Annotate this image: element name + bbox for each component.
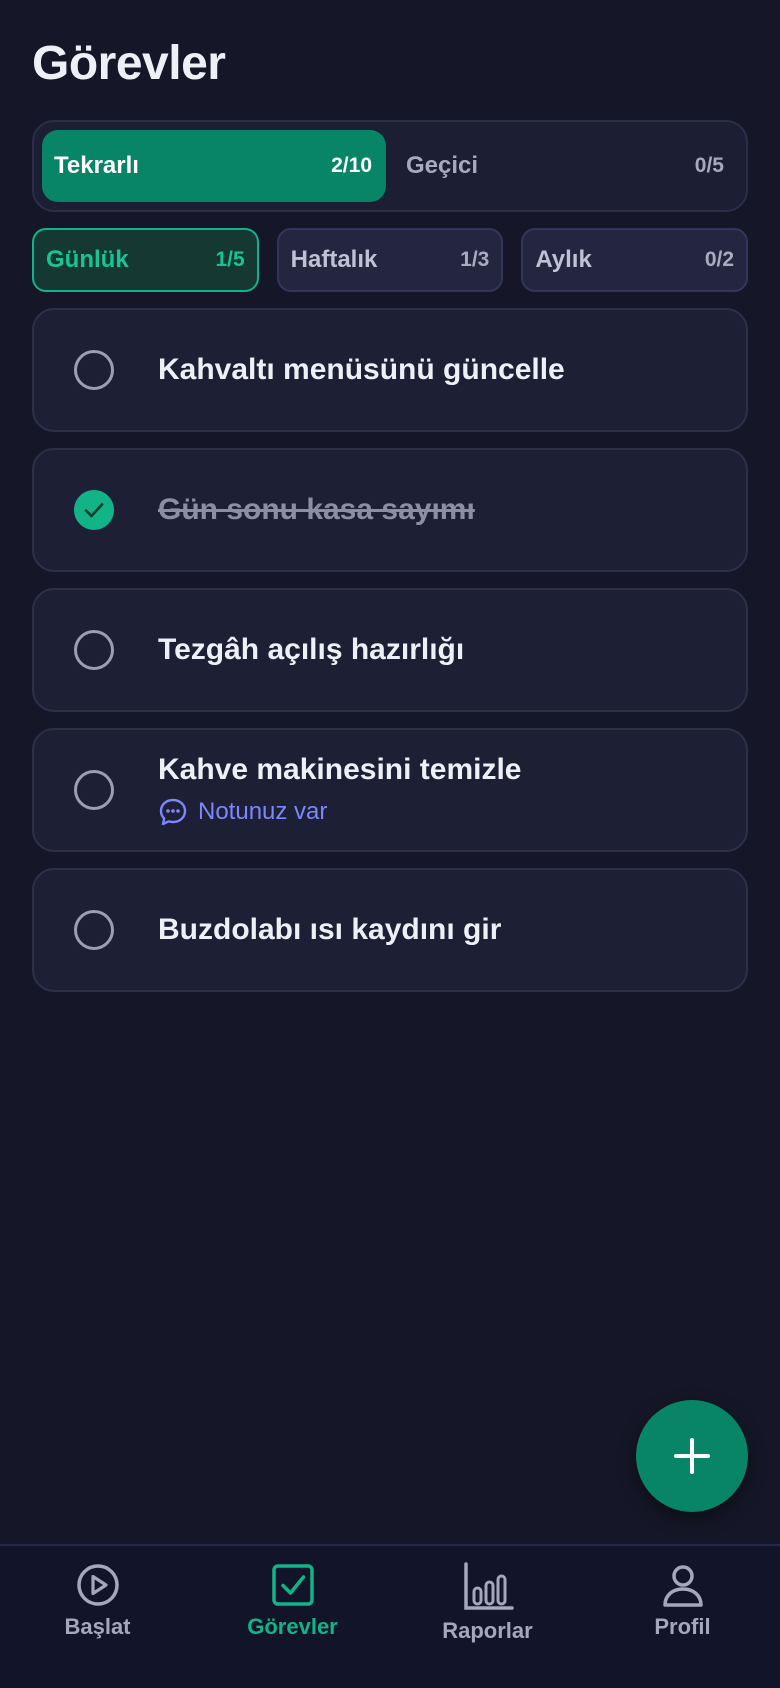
segment-count: 0/5 xyxy=(694,154,724,177)
segment-label: Tekrarlı xyxy=(54,152,139,179)
task-card[interactable]: Tezgâh açılış hazırlığı xyxy=(32,588,748,712)
nav-label: Profil xyxy=(654,1614,711,1639)
nav-start[interactable]: Başlat xyxy=(0,1546,195,1688)
task-checkbox[interactable] xyxy=(74,350,114,390)
filter-count: 1/3 xyxy=(460,248,490,271)
filter-label: Günlük xyxy=(46,246,129,273)
filter-label: Haftalık xyxy=(290,246,378,273)
task-note-indicator: Notunuz var xyxy=(158,797,522,827)
task-checkbox[interactable] xyxy=(74,770,114,810)
nav-label: Raporlar xyxy=(442,1618,533,1643)
checkbox-icon xyxy=(271,1564,314,1606)
task-list: Kahvaltı menüsünü güncelle Gün sonu kasa… xyxy=(32,308,748,1008)
filter-count: 1/5 xyxy=(215,248,245,271)
checkmark-icon xyxy=(84,503,104,518)
nav-reports[interactable]: Raporlar xyxy=(390,1546,585,1688)
task-card[interactable]: Gün sonu kasa sayımı xyxy=(32,448,748,572)
bar-chart-icon xyxy=(463,1562,514,1610)
task-checkbox-checked[interactable] xyxy=(74,490,114,530)
task-title: Kahve makinesini temizle xyxy=(158,753,522,786)
filter-weekly[interactable]: Haftalık 1/3 xyxy=(276,228,504,292)
filter-count: 0/2 xyxy=(704,248,735,271)
nav-profile[interactable]: Profil xyxy=(585,1546,780,1688)
task-card[interactable]: Kahve makinesini temizle Notunuz var xyxy=(32,728,748,852)
filter-monthly[interactable]: Aylık 0/2 xyxy=(521,228,749,292)
chat-bubble-icon xyxy=(159,798,187,826)
task-note-text: Notunuz var xyxy=(198,798,328,825)
task-type-segmented-control: Tekrarlı 2/10 Geçici 0/5 xyxy=(32,120,748,212)
period-filter-row: Günlük 1/5 Haftalık 1/3 Aylık 0/2 xyxy=(32,228,749,292)
user-icon xyxy=(662,1565,703,1607)
task-title: Kahvaltı menüsünü güncelle xyxy=(158,353,565,386)
nav-label: Görevler xyxy=(247,1614,338,1639)
play-circle-icon xyxy=(76,1564,119,1606)
task-title: Buzdolabı ısı kaydını gir xyxy=(158,913,502,946)
nav-tasks[interactable]: Görevler xyxy=(195,1546,390,1688)
bottom-navigation: Başlat Görevler Raporlar Profil xyxy=(0,1544,780,1688)
task-card[interactable]: Buzdolabı ısı kaydını gir xyxy=(32,868,748,992)
filter-daily[interactable]: Günlük 1/5 xyxy=(32,228,259,292)
segment-label: Geçici xyxy=(406,152,479,179)
segment-temporary[interactable]: Geçici 0/5 xyxy=(394,130,738,202)
add-task-button[interactable] xyxy=(636,1400,748,1512)
segment-count: 2/10 xyxy=(331,154,372,177)
task-checkbox[interactable] xyxy=(74,910,114,950)
task-checkbox[interactable] xyxy=(74,630,114,670)
task-title: Gün sonu kasa sayımı xyxy=(158,493,475,526)
plus-icon xyxy=(674,1438,710,1474)
filter-label: Aylık xyxy=(535,246,592,273)
segment-recurring[interactable]: Tekrarlı 2/10 xyxy=(42,130,386,202)
nav-label: Başlat xyxy=(64,1614,131,1639)
page-title: Görevler xyxy=(32,37,226,90)
task-title: Tezgâh açılış hazırlığı xyxy=(158,633,465,666)
task-card[interactable]: Kahvaltı menüsünü güncelle xyxy=(32,308,748,432)
